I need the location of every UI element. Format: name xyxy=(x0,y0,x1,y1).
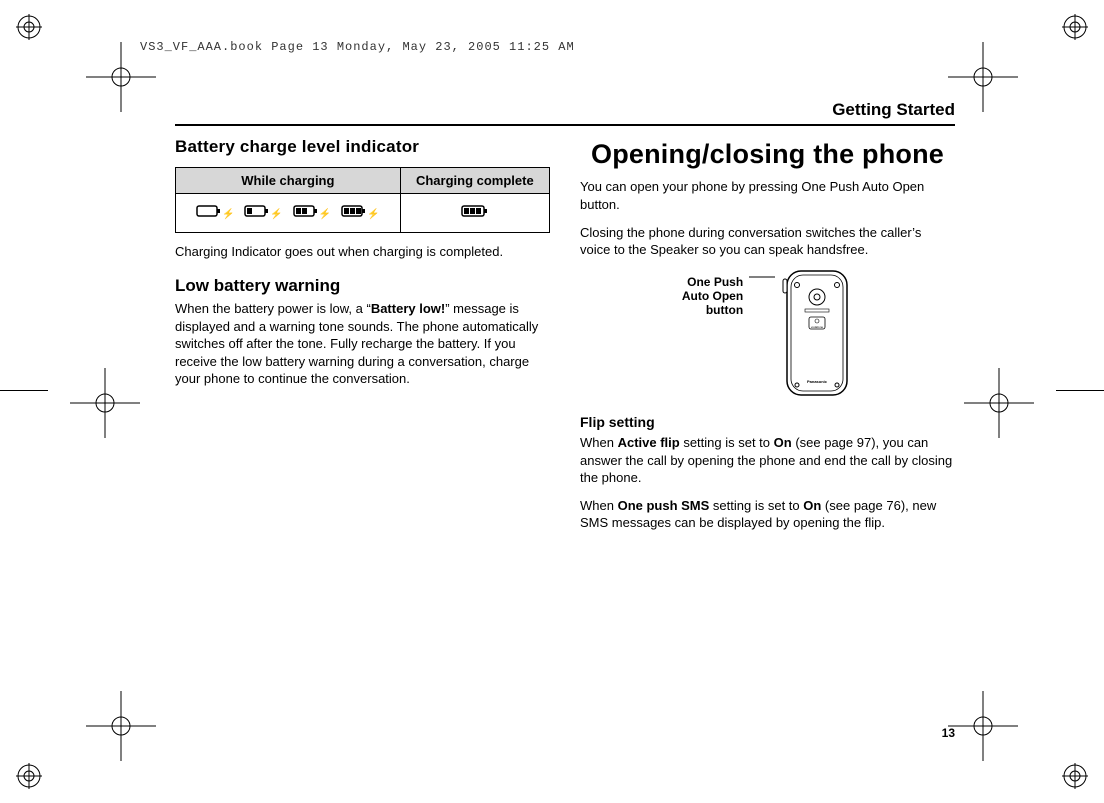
text-bold: Battery low! xyxy=(371,301,445,316)
crop-tick-icon xyxy=(1056,390,1104,391)
heading-flip-setting: Flip setting xyxy=(580,413,955,432)
columns: Battery charge level indicator While cha… xyxy=(175,136,955,542)
callout-label: One Push Auto Open button xyxy=(682,275,743,318)
charging-table: While charging Charging complete ⚡ ⚡ ⚡ ⚡ xyxy=(175,167,550,234)
crosshair-icon xyxy=(964,368,1034,438)
print-stamp: VS3_VF_AAA.book Page 13 Monday, May 23, … xyxy=(140,40,575,54)
left-column: Battery charge level indicator While cha… xyxy=(175,136,550,542)
right-column: Opening/closing the phone You can open y… xyxy=(580,136,955,542)
cell-while-charging: ⚡ ⚡ ⚡ ⚡ xyxy=(176,194,401,233)
svg-text:Panasonic: Panasonic xyxy=(807,379,828,384)
content-area: Getting Started Battery charge level ind… xyxy=(175,100,955,740)
text: One Push xyxy=(687,275,743,289)
text-open: You can open your phone by pressing One … xyxy=(580,178,955,213)
text: When xyxy=(580,435,618,450)
crop-tick-icon xyxy=(0,390,48,391)
crosshair-icon xyxy=(948,42,1018,112)
phone-closed-icon: vodafone Panasonic xyxy=(781,269,853,404)
heading-open-close: Opening/closing the phone xyxy=(580,136,955,172)
battery-charging-sequence-icon: ⚡ ⚡ ⚡ ⚡ xyxy=(182,204,394,223)
registration-mark-icon xyxy=(1062,763,1088,789)
registration-mark-icon xyxy=(1062,14,1088,40)
text: When xyxy=(580,498,618,513)
registration-mark-icon xyxy=(16,763,42,789)
text-indicator-note: Charging Indicator goes out when chargin… xyxy=(175,243,550,261)
text-flip-active: When Active flip setting is set to On (s… xyxy=(580,434,955,487)
callout-leader-icon xyxy=(749,269,775,290)
heading-battery-indicator: Battery charge level indicator xyxy=(175,136,550,159)
page: VS3_VF_AAA.book Page 13 Monday, May 23, … xyxy=(0,0,1104,803)
text: setting is set to xyxy=(680,435,774,450)
crosshair-icon xyxy=(70,368,140,438)
text: When the battery power is low, a “ xyxy=(175,301,371,316)
text: Auto Open xyxy=(682,289,743,303)
crosshair-icon xyxy=(86,691,156,761)
crosshair-icon xyxy=(948,691,1018,761)
page-number: 13 xyxy=(942,726,955,740)
text: setting is set to xyxy=(709,498,803,513)
phone-figure: One Push Auto Open button xyxy=(580,269,955,404)
registration-mark-icon xyxy=(16,14,42,40)
battery-full-icon xyxy=(461,204,489,223)
text-close: Closing the phone during conversation sw… xyxy=(580,224,955,259)
th-charging-complete: Charging complete xyxy=(400,167,549,194)
svg-text:vodafone: vodafone xyxy=(811,325,824,329)
heading-low-battery: Low battery warning xyxy=(175,275,550,298)
running-head: Getting Started xyxy=(175,100,955,120)
text-bold: On xyxy=(803,498,821,513)
cell-charging-complete xyxy=(400,194,549,233)
text-flip-sms: When One push SMS setting is set to On (… xyxy=(580,497,955,532)
divider xyxy=(175,124,955,126)
text-bold: One push SMS xyxy=(618,498,710,513)
text-bold: On xyxy=(774,435,792,450)
text-low-battery: When the battery power is low, a “Batter… xyxy=(175,300,550,388)
th-while-charging: While charging xyxy=(176,167,401,194)
text: button xyxy=(706,303,743,317)
text-bold: Active flip xyxy=(618,435,680,450)
